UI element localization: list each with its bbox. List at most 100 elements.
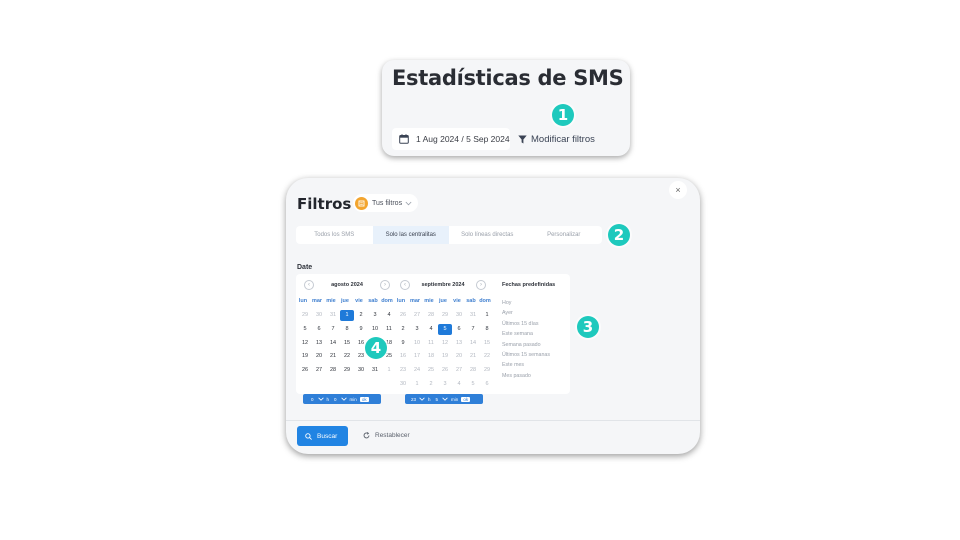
calendar-day[interactable]: 12 bbox=[298, 338, 312, 349]
next-month-button[interactable]: › bbox=[476, 280, 486, 290]
predefined-date-option[interactable]: Últimos 15 días bbox=[502, 321, 550, 331]
calendar-day[interactable]: 27 bbox=[312, 365, 326, 376]
calendar-day[interactable]: 29 bbox=[298, 310, 312, 321]
calendar-day[interactable]: 7 bbox=[326, 324, 340, 335]
calendar-day[interactable]: 26 bbox=[438, 365, 452, 376]
calendar-day[interactable]: 8 bbox=[340, 324, 354, 335]
calendar-day[interactable]: 30 bbox=[452, 310, 466, 321]
calendar-day[interactable]: 23 bbox=[396, 365, 410, 376]
calendar-day[interactable]: 31 bbox=[368, 365, 382, 376]
calendar-day[interactable]: 19 bbox=[298, 351, 312, 362]
calendar-day[interactable]: 6 bbox=[452, 324, 466, 335]
calendar-day[interactable]: 30 bbox=[354, 365, 368, 376]
calendar-day[interactable]: 27 bbox=[452, 365, 466, 376]
tab-switchboards[interactable]: Solo las centralitas bbox=[372, 226, 449, 244]
modify-filters-button[interactable]: Modificar filtros bbox=[518, 134, 595, 145]
next-month-button[interactable]: › bbox=[380, 280, 390, 290]
calendar-day[interactable]: 15 bbox=[480, 338, 494, 349]
calendar-day[interactable]: 5 bbox=[298, 324, 312, 335]
tab-all-sms[interactable]: Todos los SMS bbox=[296, 226, 373, 244]
calendar-day[interactable]: 10 bbox=[410, 338, 424, 349]
calendar-day[interactable]: 28 bbox=[326, 365, 340, 376]
prev-month-button[interactable]: ‹ bbox=[400, 280, 410, 290]
tab-custom[interactable]: Personalizar bbox=[526, 226, 603, 244]
calendar-day[interactable]: 12 bbox=[438, 338, 452, 349]
calendar-day[interactable]: 4 bbox=[424, 324, 438, 335]
calendar-day[interactable]: 30 bbox=[312, 310, 326, 321]
calendar-day[interactable]: 1 bbox=[410, 379, 424, 390]
calendar-day[interactable]: 28 bbox=[466, 365, 480, 376]
calendar-day[interactable]: 2 bbox=[424, 379, 438, 390]
calendar-day[interactable]: 5 bbox=[466, 379, 480, 390]
calendar-day[interactable]: 13 bbox=[312, 338, 326, 349]
calendar-day[interactable]: 14 bbox=[466, 338, 480, 349]
end-hour-select[interactable]: 23 bbox=[411, 397, 416, 402]
start-minute-select[interactable]: 0 bbox=[334, 397, 337, 402]
predefined-date-option[interactable]: Últimos 15 semanas bbox=[502, 352, 550, 362]
selected-day[interactable]: 5 bbox=[438, 323, 452, 335]
calendar-day[interactable]: 21 bbox=[466, 351, 480, 362]
predefined-date-option[interactable]: Este semana bbox=[502, 331, 550, 341]
predefined-date-option[interactable]: Hoy bbox=[502, 300, 550, 310]
end-minute-select[interactable]: 5 bbox=[436, 397, 439, 402]
tab-direct-lines[interactable]: Solo líneas directas bbox=[449, 226, 526, 244]
calendar-day[interactable]: 3 bbox=[368, 310, 382, 321]
calendar-day[interactable]: 11 bbox=[424, 338, 438, 349]
calendar-day[interactable]: 27 bbox=[410, 310, 424, 321]
calendar-day[interactable]: 2 bbox=[354, 310, 368, 321]
calendar-day[interactable]: 13 bbox=[452, 338, 466, 349]
predefined-date-option[interactable]: Semana pasado bbox=[502, 342, 550, 352]
calendar-day[interactable]: 21 bbox=[326, 351, 340, 362]
predefined-date-option[interactable]: Mes pasado bbox=[502, 373, 550, 383]
calendar-day[interactable]: 25 bbox=[424, 365, 438, 376]
calendar-day[interactable]: 17 bbox=[410, 351, 424, 362]
calendar-day[interactable]: 20 bbox=[452, 351, 466, 362]
calendar-day[interactable]: 10 bbox=[368, 324, 382, 335]
calendar-day[interactable]: 28 bbox=[424, 310, 438, 321]
calendar-day[interactable]: 18 bbox=[424, 351, 438, 362]
calendar-day[interactable]: 31 bbox=[326, 310, 340, 321]
date-range-field[interactable]: 1 Aug 2024 / 5 Sep 2024 bbox=[392, 128, 510, 150]
calendar-day[interactable]: 20 bbox=[312, 351, 326, 362]
calendar-day[interactable]: 29 bbox=[438, 310, 452, 321]
calendar-day[interactable]: 9 bbox=[354, 324, 368, 335]
calendar-day[interactable]: 8 bbox=[480, 324, 494, 335]
calendar-day[interactable]: 1 bbox=[480, 310, 494, 321]
calendar-day[interactable]: 19 bbox=[438, 351, 452, 362]
predefined-date-option[interactable]: Ayer bbox=[502, 310, 550, 320]
calendar-day[interactable]: 16 bbox=[396, 351, 410, 362]
reset-button[interactable]: Restablecer bbox=[363, 432, 410, 439]
saved-filters-dropdown[interactable]: Tus filtros bbox=[353, 194, 419, 212]
close-button[interactable]: × bbox=[669, 181, 687, 199]
calendar-day[interactable]: 22 bbox=[340, 351, 354, 362]
calendar-day[interactable]: 6 bbox=[480, 379, 494, 390]
calendar-day[interactable]: 24 bbox=[410, 365, 424, 376]
calendar-day[interactable]: 4 bbox=[382, 310, 396, 321]
start-hour-select[interactable]: 0 bbox=[311, 397, 314, 402]
search-button[interactable]: Buscar bbox=[297, 426, 348, 446]
step-marker-3: 3 bbox=[577, 316, 599, 338]
calendar-day[interactable]: 11 bbox=[382, 324, 396, 335]
calendar-day[interactable]: 7 bbox=[466, 324, 480, 335]
calendar-day[interactable]: 29 bbox=[340, 365, 354, 376]
calendar-day[interactable]: 22 bbox=[480, 351, 494, 362]
calendar-day[interactable]: 30 bbox=[396, 379, 410, 390]
prev-month-button[interactable]: ‹ bbox=[304, 280, 314, 290]
calendar-day[interactable]: 9 bbox=[396, 338, 410, 349]
end-time-ok-button[interactable]: ok bbox=[461, 396, 471, 402]
selected-day[interactable]: 1 bbox=[340, 310, 354, 321]
calendar-day[interactable]: 15 bbox=[340, 338, 354, 349]
calendar-day[interactable]: 4 bbox=[452, 379, 466, 390]
calendar-day[interactable]: 6 bbox=[312, 324, 326, 335]
predefined-date-option[interactable]: Este mes bbox=[502, 362, 550, 372]
start-time-ok-button[interactable]: ok bbox=[359, 396, 369, 402]
calendar-day[interactable]: 3 bbox=[438, 379, 452, 390]
calendar-day[interactable]: 29 bbox=[480, 365, 494, 376]
calendar-day[interactable]: 26 bbox=[298, 365, 312, 376]
calendar-day[interactable]: 14 bbox=[326, 338, 340, 349]
calendar-day[interactable]: 31 bbox=[466, 310, 480, 321]
calendar-day[interactable]: 2 bbox=[396, 324, 410, 335]
calendar-day[interactable]: 26 bbox=[396, 310, 410, 321]
calendar-day[interactable]: 1 bbox=[382, 365, 396, 376]
calendar-day[interactable]: 3 bbox=[410, 324, 424, 335]
